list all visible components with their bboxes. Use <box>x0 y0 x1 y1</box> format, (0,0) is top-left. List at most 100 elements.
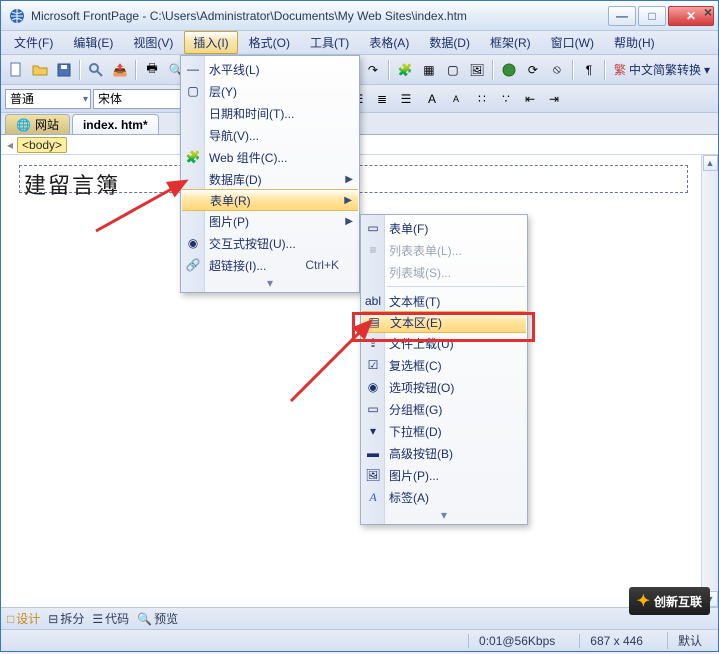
show-all-button[interactable]: ¶ <box>578 59 600 81</box>
path-left-arrow[interactable]: ◂ <box>7 138 13 152</box>
insert-navigation[interactable]: 导航(V)... <box>181 124 359 146</box>
indent-button[interactable]: ⇥ <box>543 88 565 110</box>
form-advbutton[interactable]: ▬高级按钮(B) <box>361 442 527 464</box>
insert-layer[interactable]: ▢层(Y) <box>181 80 359 102</box>
hyperlink-button[interactable] <box>498 59 520 81</box>
code-view[interactable]: ☰代码 <box>92 610 129 627</box>
design-view[interactable]: □设计 <box>7 610 40 627</box>
insert-hr[interactable]: —水平线(L) <box>181 58 359 80</box>
status-speed: 0:01@56Kbps <box>468 634 565 648</box>
align-right-button[interactable]: ≣ <box>371 88 393 110</box>
open-button[interactable] <box>29 59 51 81</box>
print-button[interactable]: 🖶 <box>141 59 163 81</box>
site-tab[interactable]: 🌐 网站 <box>5 114 70 134</box>
body-tag[interactable]: <body> <box>17 137 67 153</box>
table-button[interactable]: ▦ <box>418 59 440 81</box>
view-switcher: □设计 ⊟拆分 ☰代码 🔍预览 <box>1 607 718 629</box>
fileupload-icon: ⇪ <box>365 335 381 351</box>
menu-edit[interactable]: 编辑(E) <box>64 31 122 54</box>
textbox-icon: abl <box>365 293 381 309</box>
refresh-button[interactable]: ⟳ <box>522 59 544 81</box>
select-icon: ▾ <box>365 423 381 439</box>
new-button[interactable] <box>5 59 27 81</box>
menu-window[interactable]: 窗口(W) <box>542 31 603 54</box>
watermark: ✦ 创新互联 <box>629 587 710 615</box>
scroll-up-button[interactable]: ▲ <box>703 155 718 171</box>
convert-encoding-button[interactable]: 繁 中文简繁转换 ▾ <box>610 61 714 78</box>
content-heading: 建留言簿 <box>24 173 120 198</box>
insert-menu-expand-icon[interactable]: ▾ <box>181 276 359 290</box>
checkbox-icon: ☑ <box>365 357 381 373</box>
form-select[interactable]: ▾下拉框(D) <box>361 420 527 442</box>
radio-icon: ◉ <box>365 379 381 395</box>
layer-icon: ▢ <box>185 83 201 99</box>
file-tab[interactable]: index. htm* <box>72 114 159 134</box>
status-mode: 默认 <box>667 632 712 649</box>
publish-button[interactable]: 📤 <box>109 59 131 81</box>
hr-icon: — <box>185 61 201 77</box>
menu-view[interactable]: 视图(V) <box>124 31 182 54</box>
insert-form[interactable]: 表单(R)▶ <box>182 189 358 211</box>
layer-button[interactable]: ▢ <box>442 59 464 81</box>
menu-frame[interactable]: 框架(R) <box>481 31 540 54</box>
web-component-button[interactable]: 🧩 <box>394 59 416 81</box>
minimize-button[interactable]: — <box>608 6 636 26</box>
form-listfield: 列表域(S)... <box>361 261 527 283</box>
form-groupbox[interactable]: ▭分组框(G) <box>361 398 527 420</box>
save-button[interactable] <box>53 59 75 81</box>
menu-insert[interactable]: 插入(I) <box>184 31 237 54</box>
menu-tools[interactable]: 工具(T) <box>301 31 358 54</box>
stop-button[interactable]: ⦸ <box>546 59 568 81</box>
close-tab-button[interactable]: × <box>704 4 712 20</box>
increase-font-button[interactable]: A <box>421 88 443 110</box>
form-radio[interactable]: ◉选项按钮(O) <box>361 376 527 398</box>
menu-format[interactable]: 格式(O) <box>240 31 299 54</box>
hyperlink-icon: 🔗 <box>185 257 201 273</box>
picture-button[interactable]: 🖼 <box>466 59 488 81</box>
form-textarea[interactable]: ▤文本区(E) <box>362 311 526 333</box>
decrease-font-button[interactable]: A <box>445 88 467 110</box>
app-icon <box>9 8 25 24</box>
status-dimensions: 687 x 446 <box>579 634 653 648</box>
interactive-icon: ◉ <box>185 235 201 251</box>
form-textbox[interactable]: abl文本框(T) <box>361 290 527 312</box>
form-image[interactable]: 🖼图片(P)... <box>361 464 527 486</box>
status-bar: 0:01@56Kbps 687 x 446 默认 <box>1 629 718 651</box>
find-button[interactable] <box>85 59 107 81</box>
vertical-scrollbar[interactable]: ▲ ▼ <box>701 155 718 607</box>
menu-help[interactable]: 帮助(H) <box>605 31 664 54</box>
form-checkbox[interactable]: ☑复选框(C) <box>361 354 527 376</box>
menu-data[interactable]: 数据(D) <box>420 31 479 54</box>
align-justify-button[interactable]: ☰ <box>395 88 417 110</box>
insert-database[interactable]: 数据库(D)▶ <box>181 168 359 190</box>
insert-interactive-button[interactable]: ◉交互式按钮(U)... <box>181 232 359 254</box>
maximize-button[interactable]: □ <box>638 6 666 26</box>
form-form[interactable]: ▭表单(F) <box>361 217 527 239</box>
menu-table[interactable]: 表格(A) <box>360 31 418 54</box>
imagefield-icon: 🖼 <box>365 467 381 483</box>
outdent-button[interactable]: ⇤ <box>519 88 541 110</box>
insert-picture[interactable]: 图片(P)▶ <box>181 210 359 232</box>
numbered-list-button[interactable]: ∷ <box>471 88 493 110</box>
form-fileupload[interactable]: ⇪文件上载(U) <box>361 332 527 354</box>
split-view[interactable]: ⊟拆分 <box>48 610 84 627</box>
redo-button[interactable]: ↷ <box>362 59 384 81</box>
globe-icon: 🌐 <box>16 118 31 132</box>
style-combo[interactable]: 普通 <box>5 89 91 109</box>
form-label[interactable]: A标签(A) <box>361 486 527 508</box>
window-title: Microsoft FrontPage - C:\Users\Administr… <box>31 9 608 23</box>
form-menu-expand-icon[interactable]: ▾ <box>361 508 527 522</box>
preview-view[interactable]: 🔍预览 <box>137 610 178 627</box>
advbutton-icon: ▬ <box>365 445 381 461</box>
insert-datetime[interactable]: 日期和时间(T)... <box>181 102 359 124</box>
component-icon: 🧩 <box>185 149 201 165</box>
app-window: Microsoft FrontPage - C:\Users\Administr… <box>0 0 719 652</box>
watermark-icon: ✦ <box>637 591 650 611</box>
form-listform: ≡列表表单(L)... <box>361 239 527 261</box>
menu-file[interactable]: 文件(F) <box>5 31 62 54</box>
form-icon: ▭ <box>365 220 381 236</box>
insert-web-component[interactable]: 🧩Web 组件(C)... <box>181 146 359 168</box>
insert-hyperlink[interactable]: 🔗超链接(I)...Ctrl+K <box>181 254 359 276</box>
bullet-list-button[interactable]: ∵ <box>495 88 517 110</box>
menubar: 文件(F) 编辑(E) 视图(V) 插入(I) 格式(O) 工具(T) 表格(A… <box>1 31 718 55</box>
